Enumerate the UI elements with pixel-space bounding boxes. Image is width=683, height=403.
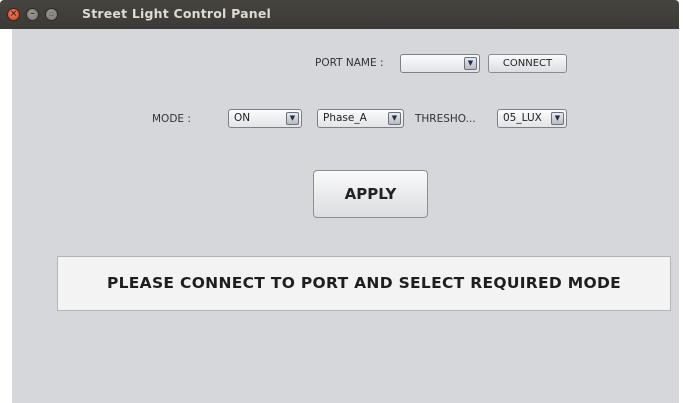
threshold-dropdown[interactable]: 05_LUX ▼ [497, 109, 567, 128]
chevron-down-icon: ▼ [289, 114, 296, 122]
status-message: PLEASE CONNECT TO PORT AND SELECT REQUIR… [106, 274, 622, 292]
maximize-icon: ▫ [49, 10, 54, 18]
window-close-button[interactable]: × [7, 8, 20, 21]
threshold-value: 05_LUX [503, 112, 542, 124]
apply-button[interactable]: APPLY [313, 170, 428, 218]
phase-dropdown-arrow-icon[interactable]: ▼ [388, 112, 401, 125]
port-name-dropdown[interactable]: ▼ [400, 54, 480, 73]
close-icon: × [9, 9, 18, 19]
port-name-label: PORT NAME : [315, 57, 384, 69]
window-minimize-button[interactable]: – [26, 8, 39, 21]
app-window: × – ▫ Street Light Control Panel PORT NA… [0, 0, 683, 403]
chevron-down-icon: ▼ [554, 114, 561, 122]
title-bar: × – ▫ Street Light Control Panel [0, 0, 679, 29]
chevron-down-icon: ▼ [391, 114, 398, 122]
threshold-label: THRESHO... [415, 113, 476, 125]
port-dropdown-arrow-icon[interactable]: ▼ [464, 57, 477, 70]
minimize-icon: – [30, 9, 35, 19]
phase-value: Phase_A [323, 112, 367, 124]
phase-dropdown[interactable]: Phase_A ▼ [317, 109, 404, 128]
threshold-dropdown-arrow-icon[interactable]: ▼ [551, 112, 564, 125]
status-panel: PLEASE CONNECT TO PORT AND SELECT REQUIR… [57, 256, 671, 311]
mode-dropdown[interactable]: ON ▼ [228, 109, 302, 128]
mode-value: ON [234, 112, 251, 124]
mode-label: MODE : [152, 113, 191, 125]
window-title: Street Light Control Panel [82, 6, 271, 21]
mode-dropdown-arrow-icon[interactable]: ▼ [286, 112, 299, 125]
window-maximize-button[interactable]: ▫ [45, 8, 58, 21]
connect-button[interactable]: CONNECT [488, 54, 567, 73]
chevron-down-icon: ▼ [467, 59, 474, 67]
